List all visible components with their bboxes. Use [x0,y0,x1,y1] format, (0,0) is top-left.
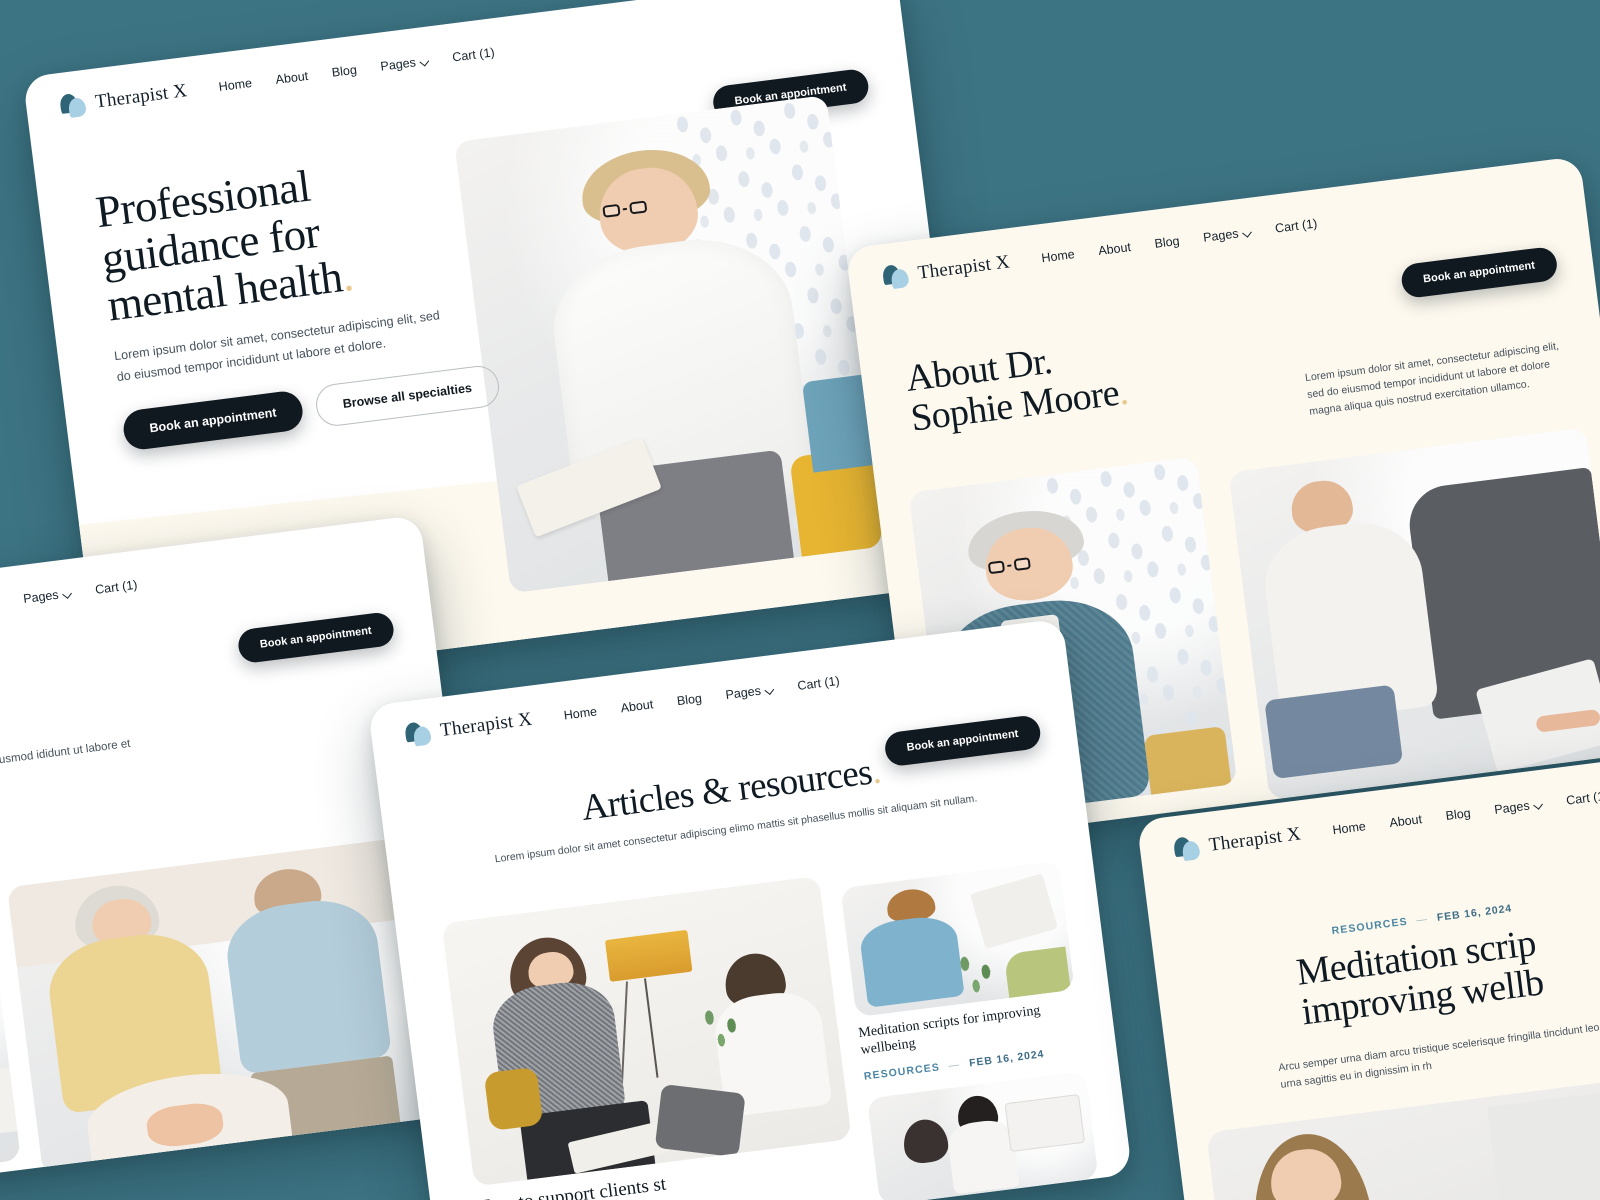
nav-links-couple: Home About Blog Pages Cart (1) [0,578,138,627]
nav-label: Blog [331,62,358,80]
nav-item-cart[interactable]: Cart (1) [94,578,138,597]
brand-name: Therapist X [916,251,1011,284]
hero-button-group: Book an appointment Browse all specialti… [121,363,502,452]
page-title-home: Professional guidance for mental health. [93,148,438,330]
couple-copy-block: ouple therapy. dolor sit amet, consectet… [0,678,169,880]
nav-label: Pages [1493,798,1531,817]
nav-item-blog[interactable]: Blog [1445,806,1472,823]
nav-item-pages[interactable]: Pages [22,586,72,606]
nav-item-pages[interactable]: Pages [1493,797,1543,817]
nav-label: Cart (1) [1565,788,1600,808]
hero-photo [454,95,884,594]
nav-item-cart[interactable]: Cart (1) [1274,216,1318,235]
showcase-stage: Therapist X Home About Blog Pages Cart (… [0,0,1600,1200]
hero-copy-block: Professional guidance for mental health.… [93,148,502,452]
nav-label: About [1097,239,1132,258]
nav-item-cart[interactable]: Cart (1) [1565,789,1600,808]
about-heading-block: About Dr. Sophie Moore. [904,323,1212,439]
meta-separator: — [948,1058,962,1073]
nav-label: Cart (1) [451,45,496,65]
nav-item-cart[interactable]: Cart (1) [452,45,496,64]
nav-label: Blog [676,691,703,709]
nav-label: Pages [1202,226,1240,245]
book-appointment-float-button[interactable]: Book an appointment [236,611,396,665]
overlapping-leaf-logo-icon [881,263,911,290]
nav-item-blog[interactable]: Blog [676,691,703,708]
nav-label: About [1388,812,1423,831]
about-lede: Lorem ipsum dolor sit amet, consectetur … [1304,340,1560,418]
book-appointment-float-button[interactable]: Book an appointment [1399,245,1559,300]
about-session-photo [1228,427,1600,800]
nav-item-about[interactable]: About [620,697,654,715]
chevron-down-icon [1243,228,1252,237]
brand-about[interactable]: Therapist X [881,250,1011,290]
nav-item-home[interactable]: Home [563,704,598,722]
overlapping-leaf-logo-icon [59,92,88,119]
brand-blog[interactable]: Therapist X [404,708,533,748]
nav-item-cart[interactable]: Cart (1) [797,674,841,693]
nav-label: Home [562,704,598,723]
page-title-post: Meditation scrip improving wellb [1294,886,1600,1033]
overlapping-leaf-logo-icon [404,720,433,747]
nav-label: Home [1040,247,1076,266]
nav-item-about[interactable]: About [1389,812,1423,830]
overlapping-leaf-logo-icon [1172,835,1202,862]
page-title-about: About Dr. Sophie Moore. [904,323,1212,439]
nav-label: Blog [1153,233,1181,251]
browse-specialties-button[interactable]: Browse all specialties [313,363,502,429]
nav-label: Home [217,75,253,95]
nav-item-home[interactable]: Home [218,76,253,94]
nav-label: Blog [1444,805,1472,823]
chevron-down-icon [63,589,72,598]
nav-label: Pages [22,587,60,606]
featured-article-photo[interactable] [441,875,852,1187]
nav-label: Cart (1) [94,577,139,597]
chevron-down-icon [1534,800,1543,809]
book-appointment-button[interactable]: Book an appointment [121,389,305,452]
nav-item-pages[interactable]: Pages [1202,225,1252,245]
article-date: FEB 16, 2024 [968,1048,1045,1070]
nav-label: Cart (1) [796,673,841,693]
chevron-down-icon [420,57,429,66]
nav-item-about[interactable]: About [275,69,309,87]
article-category: RESOURCES [863,1061,941,1083]
nav-label: Home [1331,819,1367,838]
nav-links-post: Home About Blog Pages Cart (1) [1332,789,1600,838]
brand-post[interactable]: Therapist X [1172,822,1303,862]
nav-label: Pages [724,683,762,703]
nav-item-home[interactable]: Home [1041,247,1076,265]
nav-links-blog: Home About Blog Pages Cart (1) [563,674,840,723]
mockup-card-blog-index[interactable]: Therapist X Home About Blog Pages Cart (… [367,618,1133,1200]
nav-label: About [619,697,655,716]
nav-item-home[interactable]: Home [1332,819,1367,837]
nav-links-home: Home About Blog Pages Cart (1) [218,45,495,94]
nav-links-about: Home About Blog Pages Cart (1) [1041,216,1318,265]
brand-home[interactable]: Therapist X [59,79,188,119]
article-date: FEB 16, 2024 [1436,902,1513,924]
nav-label: Cart (1) [1274,216,1319,236]
brand-name: Therapist X [93,80,189,113]
nav-item-about[interactable]: About [1098,240,1132,258]
couple-lede: dolor sit amet, consectetur adipiscing e… [0,737,132,798]
nav-item-blog[interactable]: Blog [331,63,358,80]
blog-heading-block: Articles & resources. Lorem ipsum dolor … [381,727,1084,882]
brand-name: Therapist X [1207,823,1303,856]
nav-item-pages[interactable]: Pages [725,682,775,702]
nav-item-blog[interactable]: Blog [1154,234,1181,251]
side-article-photo[interactable] [840,860,1075,1018]
article-category: RESOURCES [1331,915,1409,938]
meta-separator: — [1415,913,1429,927]
side-article-photo-2[interactable] [866,1071,1099,1200]
nav-label: Pages [379,55,417,74]
brand-name: Therapist X [439,708,534,742]
nav-label: About [274,68,309,87]
nav-item-pages[interactable]: Pages [379,54,430,74]
chevron-down-icon [765,685,774,694]
